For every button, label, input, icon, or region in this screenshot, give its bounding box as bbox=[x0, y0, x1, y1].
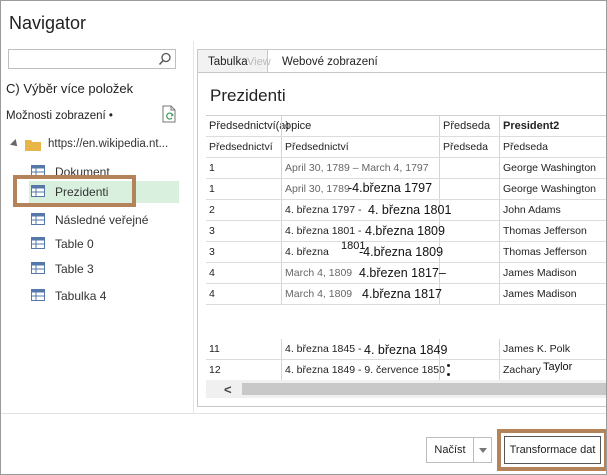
pane-divider[interactable] bbox=[193, 41, 194, 413]
table-cell: George Washington bbox=[499, 179, 606, 199]
select-multiple-checkbox[interactable]: C) Výběr více položek bbox=[6, 81, 133, 96]
preview-title: Prezidenti bbox=[210, 86, 286, 105]
preview-tabbar: Tabulka View Webové zobrazení bbox=[198, 50, 606, 73]
table-icon bbox=[31, 262, 45, 274]
table-icon bbox=[31, 213, 45, 225]
overlay-annotation: 4.března 1817 bbox=[362, 287, 442, 301]
table-row: 1 April 30, 1789 – March 4, 1797 George … bbox=[206, 158, 606, 179]
table-cell: John Adams bbox=[499, 200, 606, 220]
table-cell bbox=[439, 179, 499, 199]
table-cell bbox=[439, 158, 499, 178]
table-icon bbox=[31, 237, 45, 249]
table-header-row: Předsednictví(a) opice Předseda Presiden… bbox=[206, 116, 606, 137]
tab-ghost-label: View bbox=[247, 56, 271, 68]
chevron-down-icon bbox=[479, 448, 487, 453]
table-cell: James Madison bbox=[499, 284, 606, 304]
horizontal-scrollbar[interactable]: < bbox=[206, 380, 606, 398]
overlay-annotation: 4.březen 1817– bbox=[359, 266, 446, 280]
tree-root-label: https://en.wikipedia.nt... bbox=[48, 138, 169, 150]
display-options-dropdown[interactable]: Možnosti zobrazení • bbox=[6, 110, 113, 122]
table-cell: George Washington bbox=[499, 158, 606, 178]
table-cell: Předsednictví bbox=[281, 137, 439, 157]
footer-divider bbox=[1, 413, 606, 414]
table-cell: 4. března 1849 - 9. července 1850 bbox=[281, 360, 445, 380]
table-row: Předsednictví Předsednictví Předseda Pře… bbox=[206, 137, 606, 158]
table-cell: 4 bbox=[209, 267, 215, 279]
table-cell bbox=[439, 263, 499, 283]
table-cell: 2 bbox=[209, 204, 215, 216]
window-title: Navigator bbox=[9, 13, 87, 33]
overlay-annotation: -4.března 1797 bbox=[348, 181, 433, 195]
refresh-icon[interactable] bbox=[161, 105, 177, 123]
table-cell: Předsednictví bbox=[209, 141, 273, 153]
table-cell: 12 bbox=[209, 364, 221, 376]
table-cell: 3 bbox=[209, 246, 215, 258]
column-header[interactable]: President2 bbox=[499, 116, 606, 136]
table-cell bbox=[439, 284, 499, 304]
table-cell: 4 bbox=[209, 288, 215, 300]
table-cell bbox=[439, 221, 499, 241]
overlay-annotation: 4.března 1809 bbox=[365, 224, 445, 238]
overlay-annotation: Taylor bbox=[543, 361, 573, 373]
collapse-caret-icon[interactable] bbox=[10, 139, 20, 149]
navigator-window: Navigator C) Výběr více položek Možnosti… bbox=[0, 0, 607, 475]
nav-item-label: Table 0 bbox=[55, 237, 94, 251]
search-input[interactable] bbox=[8, 49, 176, 69]
nav-item-table-0[interactable]: Table 0 bbox=[29, 233, 179, 255]
nav-item-tabulka-4[interactable]: Tabulka 4 bbox=[29, 285, 179, 307]
preview-pane: Tabulka View Webové zobrazení Prezidenti… bbox=[197, 49, 606, 407]
search-icon[interactable] bbox=[158, 52, 172, 66]
table-cell: James Madison bbox=[499, 263, 606, 283]
column-header[interactable]: opice bbox=[281, 116, 439, 136]
table-cell: Thomas Jefferson bbox=[499, 242, 606, 262]
table-icon bbox=[31, 289, 45, 301]
table-cell: April 30, 1789 – March 4, 1797 bbox=[281, 158, 439, 178]
transform-button-highlight bbox=[497, 429, 606, 471]
nav-item-label: Tabulka 4 bbox=[55, 289, 107, 303]
tab-web-view[interactable]: Webové zobrazení bbox=[282, 50, 378, 72]
table-cell bbox=[439, 339, 499, 359]
selected-item-highlight bbox=[13, 175, 136, 207]
folder-icon bbox=[25, 140, 41, 151]
table-cell: 11 bbox=[209, 343, 220, 355]
table-cell bbox=[439, 242, 499, 262]
table-cell: Předseda bbox=[499, 137, 606, 157]
load-dropdown-button[interactable] bbox=[474, 437, 492, 463]
overlay-annotation: 4. března 1849 bbox=[364, 343, 448, 357]
scroll-left-arrow-icon[interactable]: < bbox=[224, 382, 232, 397]
nav-item-label: Table 3 bbox=[55, 262, 94, 276]
column-header[interactable]: Předsednictví(a) bbox=[206, 116, 289, 136]
table-cell: 3 bbox=[209, 225, 215, 237]
column-header[interactable]: Předseda bbox=[439, 116, 499, 136]
table-cell: James K. Polk bbox=[499, 339, 606, 359]
table-cell: Předseda bbox=[439, 137, 499, 157]
nav-item-table-3[interactable]: Table 3 bbox=[29, 258, 179, 280]
nav-item-label: Následné veřejné bbox=[55, 213, 149, 227]
tree-root-node[interactable]: https://en.wikipedia.nt... bbox=[10, 137, 181, 155]
data-grid: Předsednictví(a) opice Předseda Presiden… bbox=[206, 115, 606, 381]
overlay-annotation: -4.března 1809 bbox=[359, 245, 444, 259]
overlay-annotation: 4. března 1801 bbox=[368, 203, 452, 217]
nav-item-nasledne-verejne[interactable]: Následné veřejné bbox=[29, 209, 179, 231]
table-cell: Thomas Jefferson bbox=[499, 221, 606, 241]
scrollbar-thumb[interactable] bbox=[242, 383, 606, 395]
table-cell bbox=[439, 360, 499, 380]
table-cell: 1 bbox=[209, 162, 215, 174]
table-cell: 1 bbox=[209, 183, 215, 195]
load-button[interactable]: Načíst bbox=[426, 437, 474, 463]
